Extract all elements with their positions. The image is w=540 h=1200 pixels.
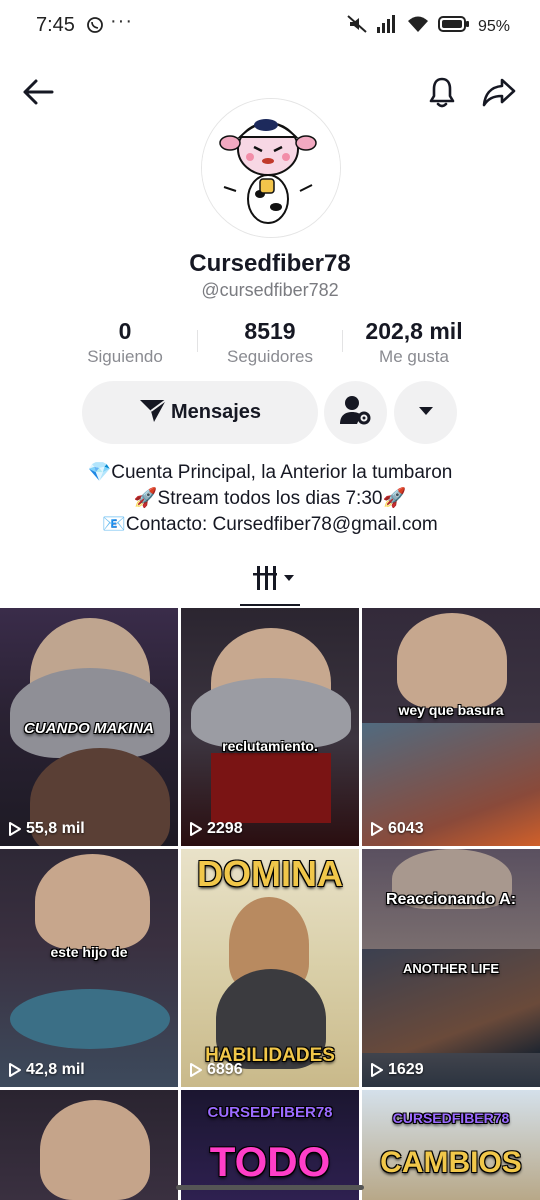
view-count: 55,8 mil xyxy=(8,820,85,838)
play-icon xyxy=(371,822,383,836)
view-count: 2298 xyxy=(189,820,243,838)
stat-following[interactable]: 0 Siguiendo xyxy=(50,318,200,367)
add-friend-button[interactable] xyxy=(324,381,387,444)
battery-icon xyxy=(437,15,470,38)
video-caption: wey que basura xyxy=(398,702,504,718)
video-tile[interactable] xyxy=(0,1090,178,1200)
followers-count: 8519 xyxy=(244,318,296,344)
tab-videos[interactable] xyxy=(240,560,300,608)
message-button[interactable]: Mensajes xyxy=(82,381,318,444)
signal-icon xyxy=(376,14,398,39)
video-tile[interactable]: este hijo de 42,8 mil xyxy=(0,849,178,1087)
back-arrow-icon[interactable] xyxy=(20,74,56,110)
play-icon xyxy=(190,1063,202,1077)
video-tile[interactable]: CURSEDFIBER78 CAMBIOS xyxy=(362,1090,540,1200)
video-caption-2: ANOTHER LIFE xyxy=(402,961,500,976)
following-label: Siguiendo xyxy=(87,347,163,366)
view-count: 1629 xyxy=(370,1061,424,1079)
video-caption: CURSEDFIBER78 xyxy=(207,1104,333,1121)
video-caption-2: CAMBIOS xyxy=(380,1146,522,1179)
stat-followers[interactable]: 8519 Seguidores xyxy=(195,318,345,367)
video-caption: reclutamiento. xyxy=(222,738,318,754)
video-caption-2: TODO xyxy=(209,1138,331,1185)
bio-line: 💎Cuenta Principal, la Anterior la tumbar… xyxy=(87,462,453,483)
video-grid: CUANDO MAKINA 55,8 mil reclutamiento. 22… xyxy=(0,608,540,1200)
home-indicator[interactable] xyxy=(176,1185,364,1190)
video-thumbnail xyxy=(397,613,507,708)
share-icon[interactable] xyxy=(480,74,518,110)
likes-count: 202,8 mil xyxy=(365,318,463,344)
send-icon xyxy=(139,397,167,429)
bio-line: 📧Contacto: Cursedfiber78@gmail.com xyxy=(102,514,438,535)
video-thumbnail xyxy=(40,1100,150,1200)
likes-label: Me gusta xyxy=(379,347,449,366)
mute-icon xyxy=(346,14,368,39)
wifi-icon xyxy=(406,14,430,39)
more-options-button[interactable] xyxy=(394,381,457,444)
play-icon xyxy=(9,1063,21,1077)
video-tile[interactable]: DOMINA HABILIDADES 6896 xyxy=(181,849,359,1087)
video-caption: este hijo de xyxy=(50,944,128,960)
message-button-label: Mensajes xyxy=(170,401,262,423)
video-tile[interactable]: wey que basura 6043 xyxy=(362,608,540,846)
stat-likes[interactable]: 202,8 mil Me gusta xyxy=(339,318,489,367)
status-time: 7:45 xyxy=(36,14,75,36)
video-caption: CUANDO MAKINA xyxy=(24,720,154,737)
play-icon xyxy=(371,1063,383,1077)
bell-icon[interactable] xyxy=(424,74,460,110)
video-caption: Reaccionando A: xyxy=(385,891,517,908)
bio: 💎Cuenta Principal, la Anterior la tumbar… xyxy=(0,460,540,538)
video-caption: DOMINA xyxy=(197,853,343,894)
video-caption: CURSEDFIBER78 xyxy=(392,1110,510,1126)
more-notifications-icon: ··· xyxy=(110,10,133,32)
followers-label: Seguidores xyxy=(226,347,313,366)
play-icon xyxy=(190,822,202,836)
status-bar: 7:45 ··· 95% xyxy=(0,0,540,54)
video-tile[interactable]: CUANDO MAKINA 55,8 mil xyxy=(0,608,178,846)
bio-line: 🚀Stream todos los dias 7:30🚀 xyxy=(133,488,407,509)
view-count: 42,8 mil xyxy=(8,1061,85,1079)
display-name: Cursedfiber78 xyxy=(189,250,351,277)
view-count: 6896 xyxy=(189,1061,243,1079)
video-tile[interactable]: Reaccionando A: ANOTHER LIFE 1629 xyxy=(362,849,540,1087)
video-tile[interactable]: reclutamiento. 2298 xyxy=(181,608,359,846)
play-icon xyxy=(9,822,21,836)
username: @cursedfiber782 xyxy=(201,280,339,300)
video-tile[interactable]: CURSEDFIBER78 TODO xyxy=(181,1090,359,1200)
video-thumbnail xyxy=(35,854,150,949)
view-count: 6043 xyxy=(370,820,424,838)
battery-level: 95% xyxy=(477,17,510,35)
user-settings-icon xyxy=(339,394,373,431)
avatar[interactable] xyxy=(201,98,341,238)
whatsapp-icon xyxy=(86,16,104,39)
following-count: 0 xyxy=(118,318,132,344)
tab-indicator xyxy=(240,604,300,606)
chevron-down-icon xyxy=(417,404,435,422)
